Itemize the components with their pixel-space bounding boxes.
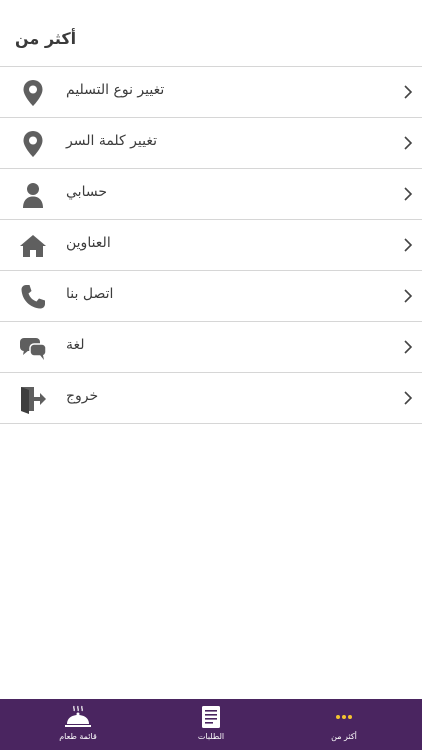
- phone-icon: [18, 282, 48, 312]
- chevron-right-icon: [404, 187, 413, 201]
- menu-item-label: خروج: [66, 388, 99, 404]
- header: أكثر من: [0, 0, 422, 67]
- chat-bubbles-icon: [18, 333, 48, 363]
- menu-item-change-password[interactable]: تغيير كلمة السر: [0, 118, 422, 169]
- menu-item-label: لغة: [66, 337, 85, 353]
- page-title: أكثر من: [15, 29, 77, 48]
- tab-orders[interactable]: الطلبات: [161, 699, 261, 750]
- food-cloche-icon: [65, 705, 91, 727]
- tab-label: قائمة طعام: [59, 732, 97, 741]
- more-dots-icon: [336, 715, 352, 719]
- menu-item-contact-us[interactable]: اتصل بنا: [0, 271, 422, 322]
- user-icon: [18, 180, 48, 210]
- menu-item-label: العناوين: [66, 235, 111, 251]
- orders-icon: [202, 706, 220, 728]
- tab-label: أكثر من: [331, 732, 357, 741]
- chevron-right-icon: [404, 238, 413, 252]
- settings-menu: تغيير نوع التسليم تغيير كلمة السر حسابي …: [0, 67, 422, 424]
- menu-item-label: تغيير كلمة السر: [66, 133, 157, 149]
- menu-item-addresses[interactable]: العناوين: [0, 220, 422, 271]
- logout-icon: [18, 384, 48, 414]
- tab-label: الطلبات: [197, 732, 225, 741]
- menu-item-language[interactable]: لغة: [0, 322, 422, 373]
- menu-item-label: اتصل بنا: [66, 286, 114, 302]
- home-icon: [18, 231, 48, 261]
- menu-item-logout[interactable]: خروج: [0, 373, 422, 424]
- tab-more[interactable]: أكثر من: [294, 699, 394, 750]
- location-pin-icon: [18, 78, 48, 108]
- tab-menu[interactable]: قائمة طعام: [28, 699, 128, 750]
- chevron-right-icon: [404, 340, 413, 354]
- chevron-right-icon: [404, 136, 413, 150]
- menu-item-label: تغيير نوع التسليم: [66, 82, 165, 98]
- chevron-right-icon: [404, 289, 413, 303]
- menu-item-change-delivery-type[interactable]: تغيير نوع التسليم: [0, 67, 422, 118]
- menu-item-my-account[interactable]: حسابي: [0, 169, 422, 220]
- chevron-right-icon: [404, 85, 413, 99]
- bottom-tab-bar: قائمة طعام الطلبات أكثر من: [0, 699, 422, 750]
- location-pin-icon: [18, 129, 48, 159]
- chevron-right-icon: [404, 391, 413, 405]
- menu-item-label: حسابي: [66, 184, 107, 200]
